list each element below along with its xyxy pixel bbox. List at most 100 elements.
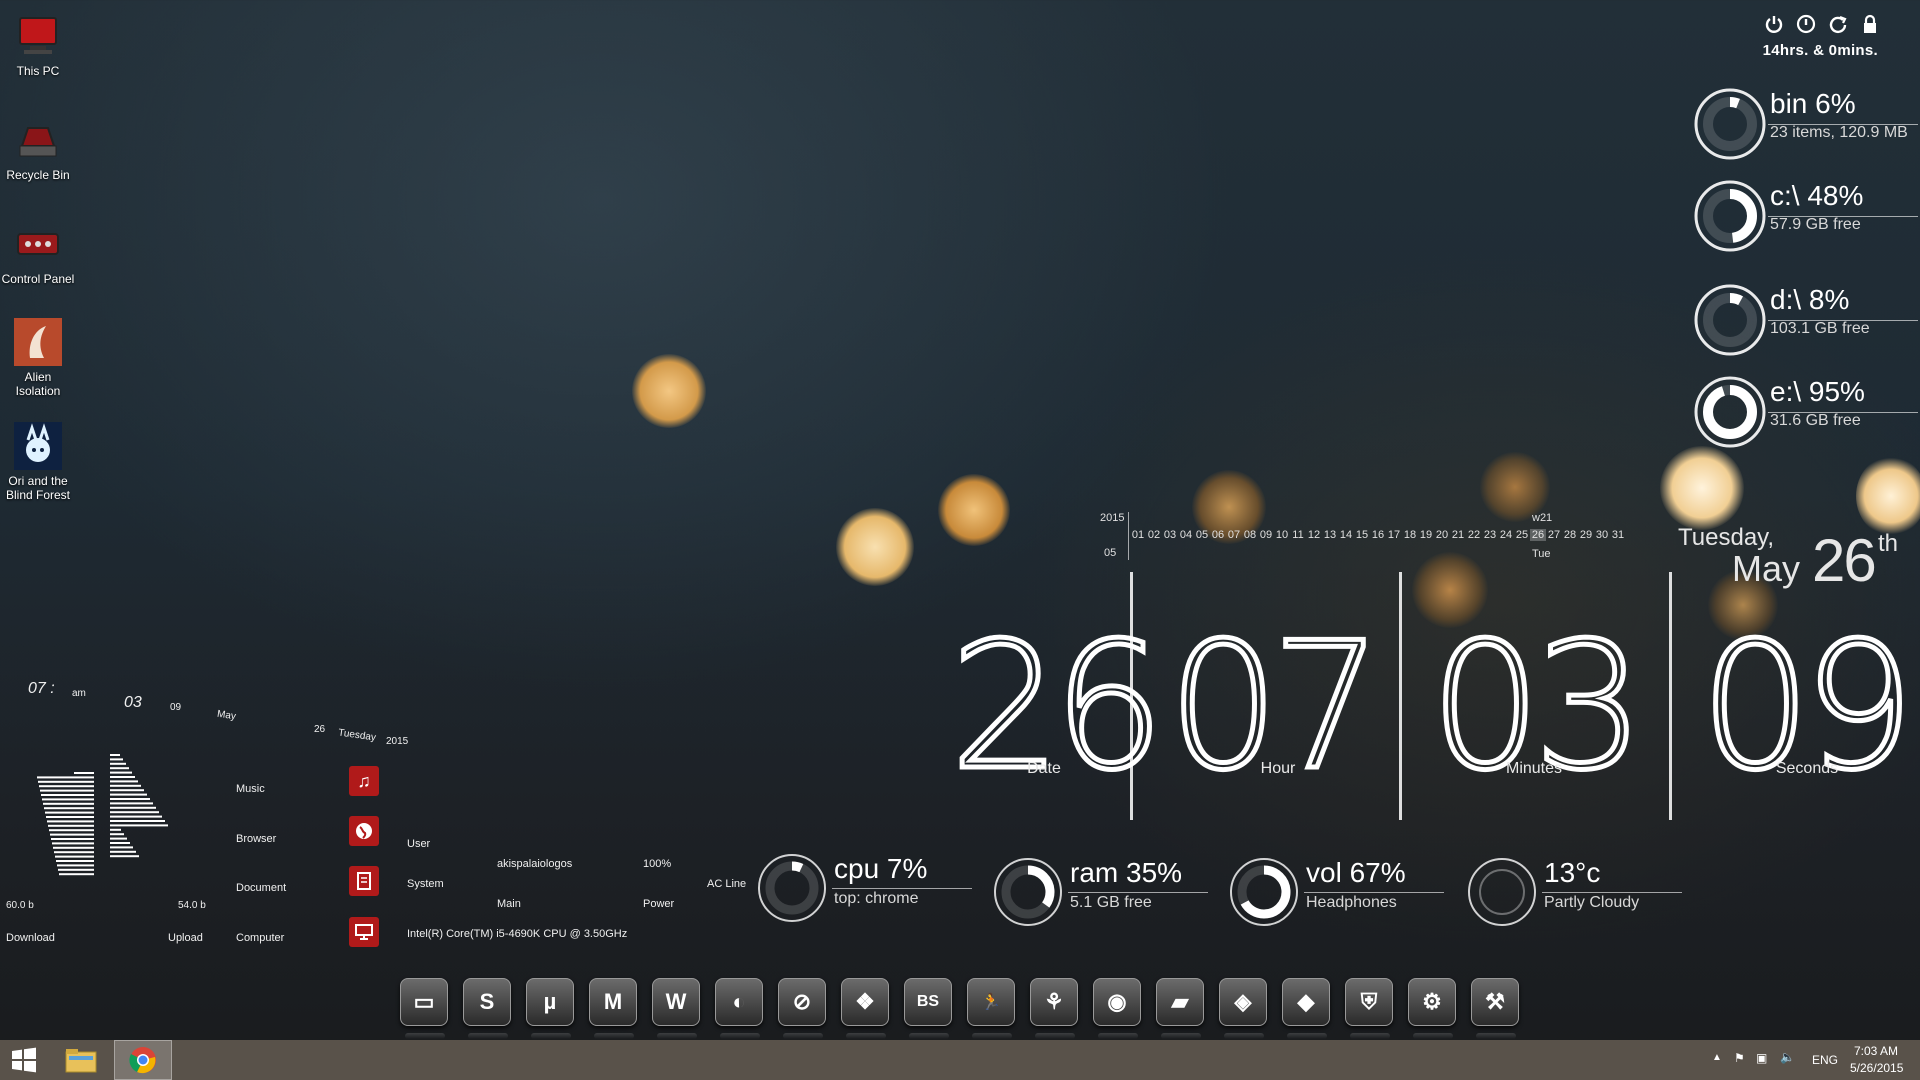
dock-reflection (1161, 1033, 1201, 1039)
steam-icon: ◐ (732, 989, 746, 1014)
dock-item[interactable]: ⊘ (778, 978, 826, 1039)
dock-item[interactable]: ◈ (1219, 978, 1267, 1039)
launcher-label-browser: Browser (236, 833, 277, 845)
desktop-icon-control-panel[interactable]: Control Panel (0, 220, 76, 286)
upload-bar (110, 833, 124, 836)
ring-subtitle: Partly Cloudy (1544, 894, 1640, 911)
ring-widget-d-drive[interactable]: d:\ 8% 103.1 GB free (1692, 282, 1920, 358)
utorrent-icon: µ (543, 989, 557, 1014)
tray-time[interactable]: 7:03 AM (1854, 1044, 1898, 1058)
calendar-day: 13 (1323, 529, 1337, 541)
dock-reflection (531, 1033, 571, 1039)
calendar-day: 05 (1195, 529, 1209, 541)
dock-item[interactable]: W (652, 978, 700, 1039)
desktop-icon-ori[interactable]: Ori and the Blind Forest (0, 422, 76, 502)
desktop-icon-label: Control Panel (1, 272, 75, 286)
ring-widget-ram[interactable]: ram 35% 5.1 GB free (992, 856, 1212, 928)
dock-item[interactable]: ◐ (715, 978, 763, 1039)
upload-bar (110, 846, 133, 849)
upload-bar (110, 811, 159, 814)
ring-title: vol 67% (1306, 857, 1406, 888)
dock-item[interactable]: BS (904, 978, 952, 1039)
ring-gauge (1694, 376, 1766, 448)
calendar-month: 05 (1104, 547, 1117, 559)
lock-icon[interactable] (1860, 14, 1880, 34)
skype-icon: S (479, 989, 495, 1014)
dock-item[interactable]: ▰ (1156, 978, 1204, 1039)
tray-date[interactable]: 5/26/2015 (1850, 1061, 1903, 1075)
calendar-day: 01 (1131, 529, 1145, 541)
document-icon (357, 872, 371, 890)
desktop-icon-alien-isolation[interactable]: Alien Isolation (0, 318, 76, 398)
dock-item[interactable]: ⚙ (1408, 978, 1456, 1039)
calendar-weekday: Tue (1532, 548, 1551, 560)
dock-item[interactable]: ⚒ (1471, 978, 1519, 1039)
ring-widget-c-drive[interactable]: c:\ 48% 57.9 GB free (1692, 178, 1920, 254)
dock-item[interactable]: M (589, 978, 637, 1039)
dock-reflection (720, 1033, 760, 1039)
download-bar (39, 785, 94, 788)
ring-divider (1304, 892, 1444, 893)
language-indicator[interactable]: ENG (1812, 1053, 1838, 1067)
dock-item[interactable]: 🏃 (967, 978, 1015, 1039)
download-bar (44, 807, 94, 810)
media-icon: ❖ (855, 989, 875, 1014)
restart-icon[interactable] (1828, 14, 1848, 34)
ring-title: e:\ 95% (1770, 376, 1865, 407)
desktop-icon-this-pc[interactable]: This PC (0, 12, 76, 78)
flag-icon[interactable]: ⚑ (1734, 1051, 1745, 1065)
calendar-day: 08 (1243, 529, 1257, 541)
dock-reflection (1098, 1033, 1138, 1039)
chrome-icon (129, 1047, 156, 1074)
ring-widget-cpu[interactable]: cpu 7% top: chrome (756, 852, 976, 924)
calendar-day: 03 (1163, 529, 1177, 541)
ring-subtitle: 5.1 GB free (1070, 894, 1152, 911)
document-button[interactable] (349, 866, 379, 896)
dock-item[interactable]: ▭ (400, 978, 448, 1039)
browser-button[interactable] (349, 816, 379, 846)
ring-gauge (1694, 88, 1766, 160)
dock-reflection (1476, 1033, 1516, 1039)
ring-widget-volume[interactable]: vol 67% Headphones (1228, 856, 1448, 928)
ring-widget-weather[interactable]: 13°c Partly Cloudy (1466, 856, 1686, 928)
shutdown-icon[interactable] (1796, 14, 1816, 34)
dock-item[interactable]: ◆ (1282, 978, 1330, 1039)
bokeh-light (1660, 446, 1744, 530)
bokeh-light (1856, 456, 1920, 536)
volume-icon[interactable]: 🔈 (1780, 1050, 1795, 1064)
drive-icon: ▰ (1171, 989, 1189, 1014)
desktop-icon-label: This PC (16, 64, 60, 78)
bokeh-light (836, 508, 914, 586)
calendar-day: 17 (1387, 529, 1401, 541)
upload-label: Upload (168, 932, 203, 944)
ring-widget-e-drive[interactable]: e:\ 95% 31.6 GB free (1692, 374, 1920, 450)
runner-icon: 🏃 (981, 994, 1001, 1011)
upload-bar (110, 850, 136, 853)
tray-expand-icon[interactable]: ▲ (1712, 1052, 1722, 1063)
download-bar (52, 842, 94, 845)
calendar-day: 18 (1403, 529, 1417, 541)
music-button[interactable]: ♫ (349, 766, 379, 796)
dock-item[interactable]: ◉ (1093, 978, 1141, 1039)
power-icon[interactable] (1764, 14, 1784, 34)
launcher-label-music: Music (236, 783, 265, 795)
tools-icon: ⚒ (1485, 989, 1505, 1014)
file-explorer-button[interactable] (56, 1040, 106, 1080)
dock-item[interactable]: S (463, 978, 511, 1039)
chrome-button[interactable] (114, 1040, 172, 1080)
dock-item[interactable]: µ (526, 978, 574, 1039)
computer-button[interactable] (349, 917, 379, 947)
small-clock-ampm: am (72, 688, 86, 699)
ring-subtitle: 31.6 GB free (1770, 412, 1861, 429)
dock-reflection (594, 1033, 634, 1039)
ring-widget-bin[interactable]: bin 6% 23 items, 120.9 MB (1692, 86, 1920, 162)
desktop-icon-recycle-bin[interactable]: Recycle Bin (0, 116, 76, 182)
start-icon (12, 1047, 36, 1073)
start-button[interactable] (0, 1040, 48, 1080)
calendar-day: 14 (1339, 529, 1353, 541)
network-icon[interactable]: ▣ (1756, 1051, 1767, 1065)
upload-bar (110, 784, 141, 787)
dock-item[interactable]: ❖ (841, 978, 889, 1039)
dock-item[interactable]: ⛨ (1345, 978, 1393, 1039)
dock-item[interactable]: ⚘ (1030, 978, 1078, 1039)
